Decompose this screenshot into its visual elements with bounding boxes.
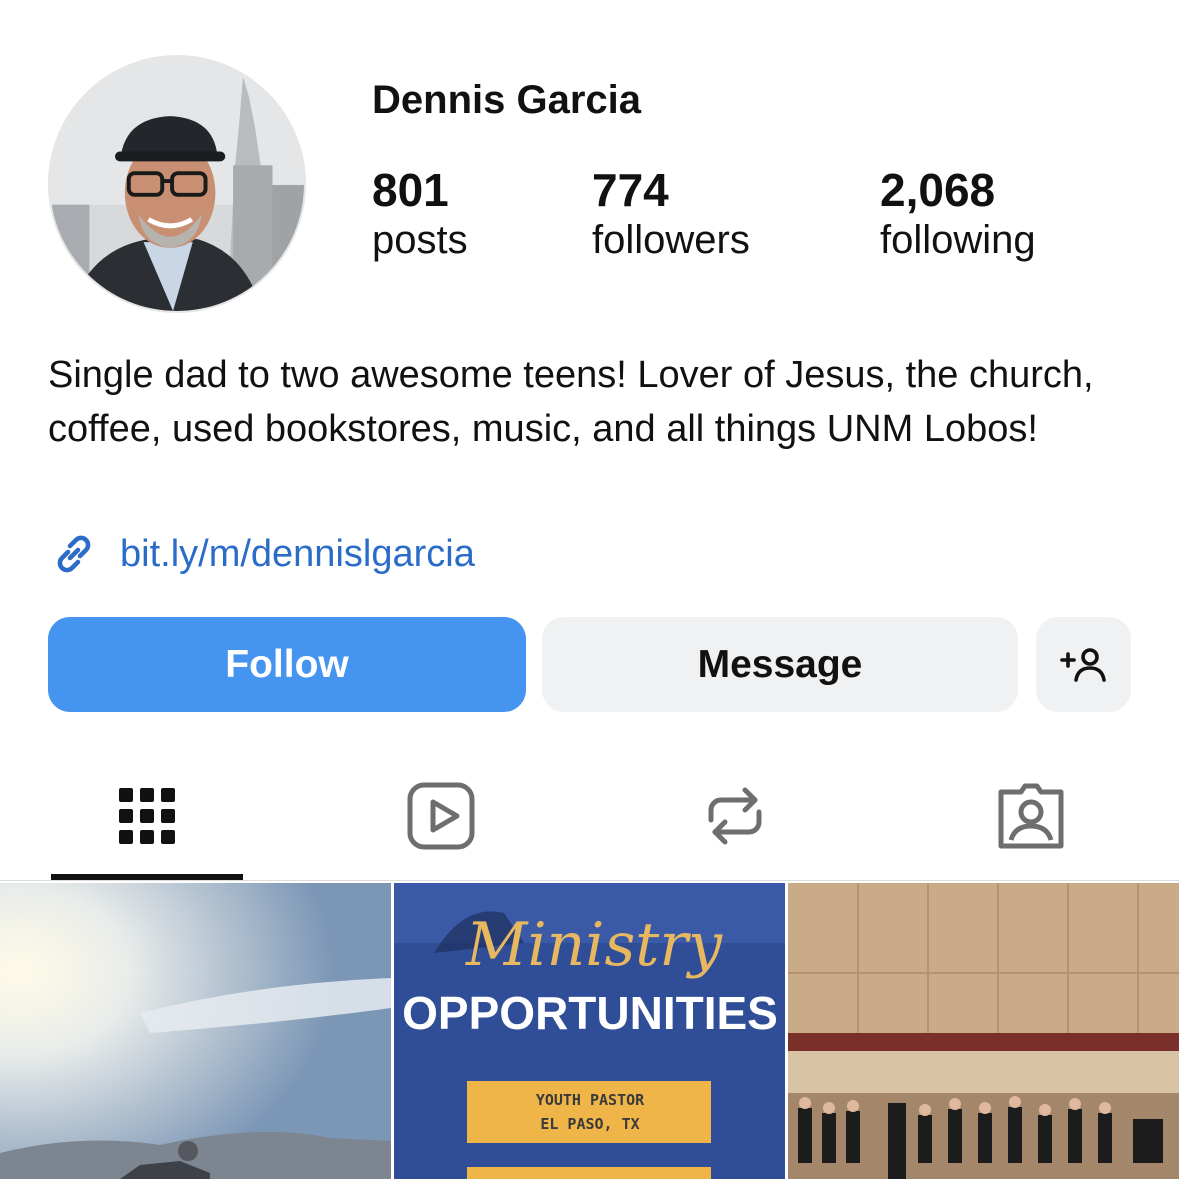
post-thumbnail[interactable] <box>0 883 391 1179</box>
profile-tabs <box>0 740 1179 880</box>
sky-landscape-image <box>0 883 391 1179</box>
posts-count: 801 <box>372 164 449 216</box>
username: Dennis Garcia <box>372 78 642 122</box>
grid-icon <box>119 788 175 844</box>
tab-reels[interactable] <box>405 780 477 852</box>
posts-label: posts <box>372 218 468 262</box>
choir-performance-image <box>788 883 1179 1179</box>
avatar[interactable] <box>48 55 306 313</box>
followers-count: 774 <box>592 164 669 216</box>
repost-icon <box>708 787 762 845</box>
stat-posts[interactable]: 801 posts <box>372 166 468 266</box>
suggested-users-button[interactable] <box>1036 617 1131 712</box>
post-box-line1: YOUTH PASTOR <box>536 1091 645 1109</box>
tabs-divider <box>0 880 1179 881</box>
bio-link[interactable]: bit.ly/m/dennislgarcia <box>48 526 475 582</box>
tab-reposts[interactable] <box>699 780 771 852</box>
stat-following[interactable]: 2,068 following <box>880 166 1036 266</box>
tab-tagged[interactable] <box>995 780 1067 852</box>
post-thumbnail[interactable] <box>788 883 1179 1179</box>
following-count: 2,068 <box>880 164 996 216</box>
bio-text: Single dad to two awesome teens! Lover o… <box>48 354 1094 450</box>
avatar-image <box>50 57 304 311</box>
bio-link-text[interactable]: bit.ly/m/dennislgarcia <box>120 533 475 576</box>
message-button[interactable]: Message <box>542 617 1018 712</box>
post-box-line2: EL PASO, TX <box>540 1115 639 1133</box>
post-thumbnail[interactable]: Ministry OPPORTUNITIES YOUTH PASTOR EL P… <box>394 883 785 1179</box>
add-person-icon <box>1059 647 1106 682</box>
link-icon <box>57 535 91 573</box>
following-label: following <box>880 218 1036 262</box>
post-headline: OPPORTUNITIES <box>402 987 778 1039</box>
follow-button[interactable]: Follow <box>48 617 526 712</box>
tagged-icon <box>998 783 1064 849</box>
followers-label: followers <box>592 218 750 262</box>
stat-followers[interactable]: 774 followers <box>592 166 750 266</box>
ministry-opportunities-graphic: Ministry OPPORTUNITIES YOUTH PASTOR EL P… <box>394 883 785 1179</box>
tab-grid[interactable] <box>111 780 183 852</box>
post-script-text: Ministry <box>465 910 723 980</box>
reels-icon <box>407 782 475 850</box>
